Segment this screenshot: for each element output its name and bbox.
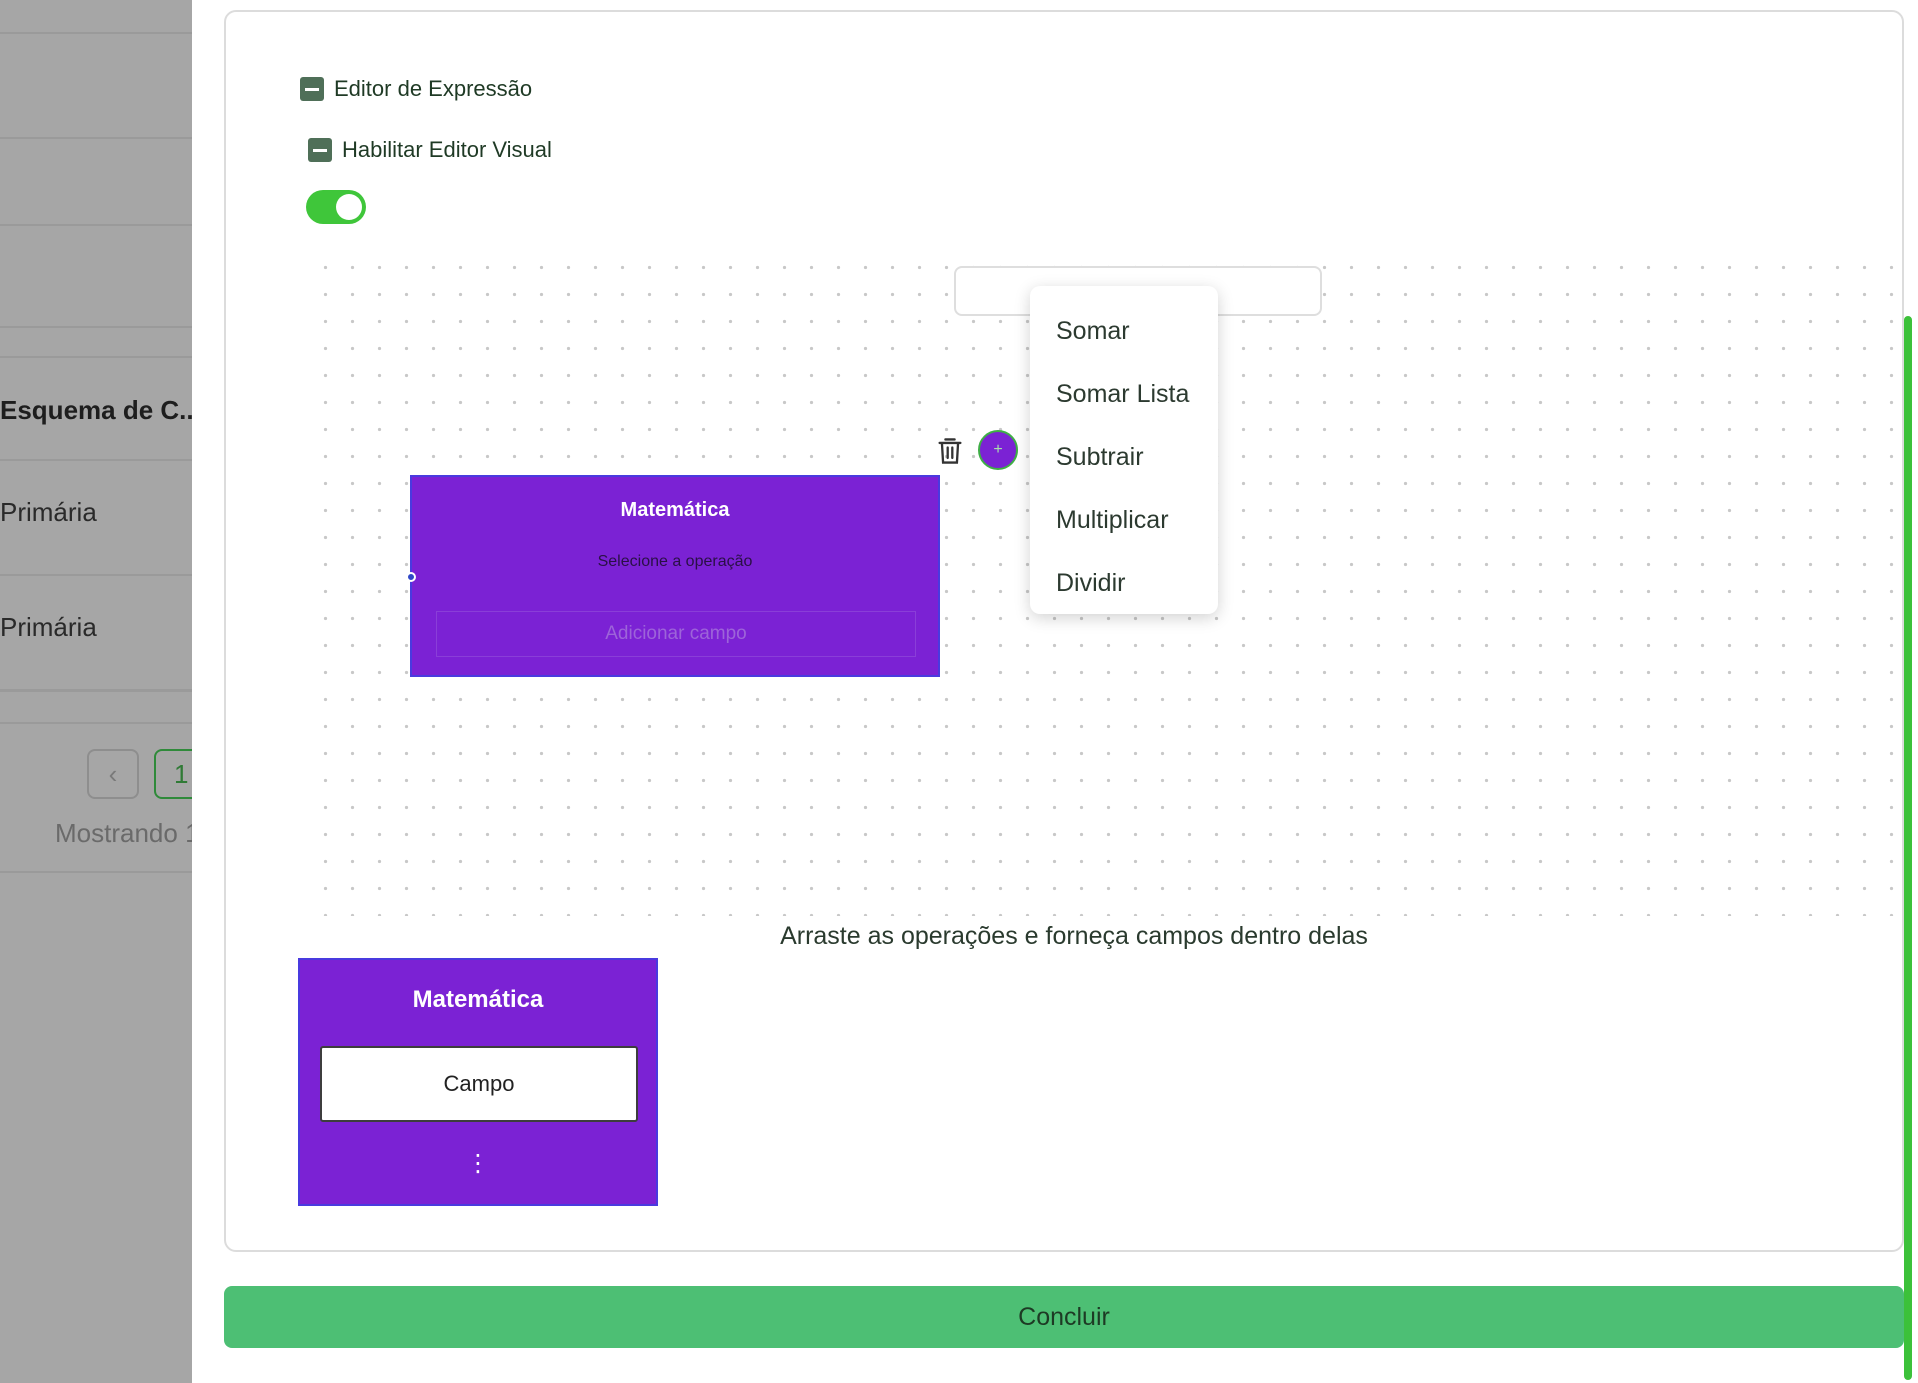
more-options-icon[interactable]: ⋮ (300, 1152, 656, 1176)
editor-card: Editor de Expressão Habilitar Editor Vis… (224, 10, 1904, 1252)
divider (0, 871, 192, 873)
menu-item-somar[interactable]: Somar (1030, 300, 1218, 363)
divider (0, 326, 192, 328)
math-node-title: Matemática (620, 499, 730, 521)
trash-icon[interactable] (936, 436, 964, 466)
divider (0, 722, 192, 724)
palette-node-title: Matemática (412, 986, 544, 1013)
connection-handle[interactable] (406, 572, 416, 582)
operations-dropdown: Somar Somar Lista Subtrair Multiplicar D… (1030, 286, 1218, 614)
visual-editor-label: Habilitar Editor Visual (342, 137, 552, 162)
table-row: Primária (0, 497, 97, 527)
pagination-showing-text: Mostrando 1 (55, 818, 192, 848)
math-node[interactable]: Matemática Selecione a operação Adiciona… (406, 475, 940, 677)
toggle-knob (336, 194, 362, 220)
divider (0, 32, 192, 34)
palette-math-node[interactable]: Matemática Campo ⋮ (298, 958, 658, 1206)
divider (0, 356, 192, 358)
visual-editor-toggle[interactable] (306, 190, 366, 224)
expression-editor-label: Editor de Expressão (334, 76, 533, 101)
menu-item-dividir[interactable]: Dividir (1030, 552, 1218, 615)
conclude-button[interactable]: Concluir (224, 1286, 1904, 1348)
scrollbar[interactable] (1904, 316, 1912, 1380)
field-item[interactable]: Campo (320, 1046, 638, 1122)
divider (0, 689, 192, 692)
canvas-hint: Arraste as operações e forneça campos de… (780, 922, 1368, 950)
collapse-icon[interactable] (308, 138, 332, 162)
divider (0, 574, 192, 576)
add-field-dropzone[interactable]: Adicionar campo (436, 611, 916, 657)
schema-column-header: Esquema de C... (0, 395, 192, 425)
expression-editor-section[interactable]: Editor de Expressão (300, 76, 532, 102)
menu-item-somar-lista[interactable]: Somar Lista (1030, 363, 1218, 426)
menu-item-multiplicar[interactable]: Multiplicar (1030, 489, 1218, 552)
background-page: Esquema de C... Primária Primária ‹ 1 Mo… (0, 0, 192, 1383)
expression-editor-modal: Editor de Expressão Habilitar Editor Vis… (192, 0, 1918, 1383)
table-row: Primária (0, 612, 97, 642)
chevron-left-icon: ‹ (108, 758, 118, 789)
divider (0, 224, 192, 226)
divider (0, 459, 192, 461)
divider (0, 137, 192, 139)
visual-editor-section[interactable]: Habilitar Editor Visual (308, 137, 552, 163)
pagination-prev-button[interactable]: ‹ (87, 749, 139, 799)
menu-item-subtrair[interactable]: Subtrair (1030, 426, 1218, 489)
math-node-subtitle: Selecione a operação (597, 553, 753, 570)
plus-icon: + (993, 441, 1003, 458)
collapse-icon[interactable] (300, 77, 324, 101)
pagination-page-button[interactable]: 1 (154, 749, 192, 799)
add-operation-button[interactable]: + (978, 430, 1018, 470)
